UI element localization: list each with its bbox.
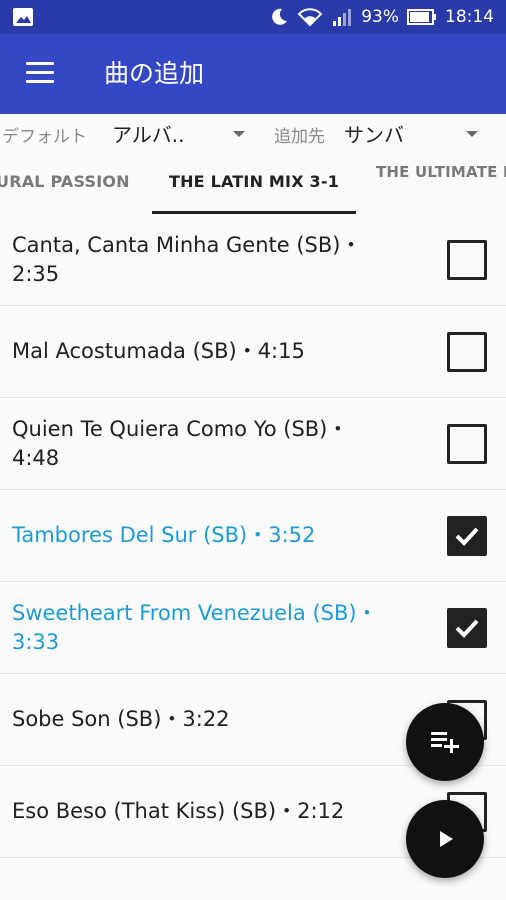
- album-tabs: URAL PASSION THE LATIN MIX 3-1 THE ULTIM…: [0, 154, 506, 214]
- playlist-add-icon: [431, 732, 459, 753]
- clock: 18:14: [445, 7, 494, 27]
- sort-dropdown[interactable]: アルバ..: [112, 119, 185, 148]
- moon-icon: [272, 8, 288, 25]
- song-title-line: Quien Te Quiera Como Yo (SB)・: [12, 417, 349, 441]
- song-title-line: Eso Beso (That Kiss) (SB)・2:12: [12, 799, 345, 823]
- song-title: Tambores Del Sur (SB)・3:52: [12, 521, 412, 550]
- tab-label: THE LATIN MIX 3-1: [168, 172, 340, 191]
- song-title-line: Sobe Son (SB)・3:22: [12, 707, 230, 731]
- song-checkbox[interactable]: [447, 424, 487, 464]
- song-duration: 2:35: [12, 262, 60, 286]
- song-title-line: Mal Acostumada (SB)・4:15: [12, 339, 305, 363]
- battery-icon: [407, 9, 436, 25]
- sort-label: デフォルト: [2, 127, 87, 147]
- song-checkbox[interactable]: [447, 332, 487, 372]
- song-row[interactable]: Mal Acostumada (SB)・4:15: [0, 306, 506, 398]
- song-duration: 4:48: [12, 446, 60, 470]
- tab-label: THE ULTIMATE LA: [376, 163, 506, 181]
- battery-percent: 93%: [361, 7, 399, 27]
- destination-dropdown[interactable]: サンバ: [344, 119, 404, 148]
- song-row[interactable]: Tambores Del Sur (SB)・3:52: [0, 490, 506, 582]
- app-bar: 曲の追加: [0, 34, 506, 114]
- tab-latin-mix-3-1[interactable]: THE LATIN MIX 3-1: [152, 154, 356, 214]
- checkmark-icon: [455, 527, 479, 546]
- song-title: Sobe Son (SB)・3:22: [12, 705, 412, 734]
- image-icon: [13, 8, 33, 26]
- tab-ultimate-latin[interactable]: THE ULTIMATE LA: [376, 163, 506, 214]
- song-checkbox[interactable]: [447, 608, 487, 648]
- sort-dropdown-arrow-icon[interactable]: [233, 131, 245, 137]
- song-title: Mal Acostumada (SB)・4:15: [12, 337, 412, 366]
- filter-row: デフォルト アルバ.. 追加先 サンバ: [0, 114, 506, 154]
- song-title: Eso Beso (That Kiss) (SB)・2:12: [12, 797, 412, 826]
- destination-label: 追加先: [274, 127, 325, 147]
- checkmark-icon: [455, 619, 479, 638]
- play-button[interactable]: [406, 800, 484, 878]
- song-title: Canta, Canta Minha Gente (SB)・ 2:35: [12, 231, 412, 289]
- song-duration: 3:33: [12, 630, 60, 654]
- song-checkbox[interactable]: [447, 240, 487, 280]
- play-icon: [440, 831, 453, 847]
- add-to-playlist-button[interactable]: [406, 703, 484, 781]
- page-title: 曲の追加: [104, 59, 205, 88]
- song-title: Quien Te Quiera Como Yo (SB)・ 4:48: [12, 415, 412, 473]
- tab-natural-passion[interactable]: URAL PASSION: [0, 172, 130, 214]
- hamburger-menu-icon[interactable]: [26, 62, 54, 84]
- signal-icon: [333, 9, 352, 26]
- song-checkbox[interactable]: [447, 516, 487, 556]
- status-bar: 93% 18:14: [0, 0, 506, 34]
- song-title: Sweetheart From Venezuela (SB)・ 3:33: [12, 599, 412, 657]
- wifi-icon: [297, 8, 323, 27]
- song-row[interactable]: Quien Te Quiera Como Yo (SB)・ 4:48: [0, 398, 506, 490]
- song-title-line: Sweetheart From Venezuela (SB)・: [12, 601, 378, 625]
- destination-dropdown-arrow-icon[interactable]: [466, 131, 478, 137]
- song-title-line: Tambores Del Sur (SB)・3:52: [12, 523, 316, 547]
- song-row[interactable]: Canta, Canta Minha Gente (SB)・ 2:35: [0, 214, 506, 306]
- song-title-line: Canta, Canta Minha Gente (SB)・: [12, 233, 362, 257]
- song-row[interactable]: Sweetheart From Venezuela (SB)・ 3:33: [0, 582, 506, 674]
- tab-label: URAL PASSION: [0, 172, 130, 191]
